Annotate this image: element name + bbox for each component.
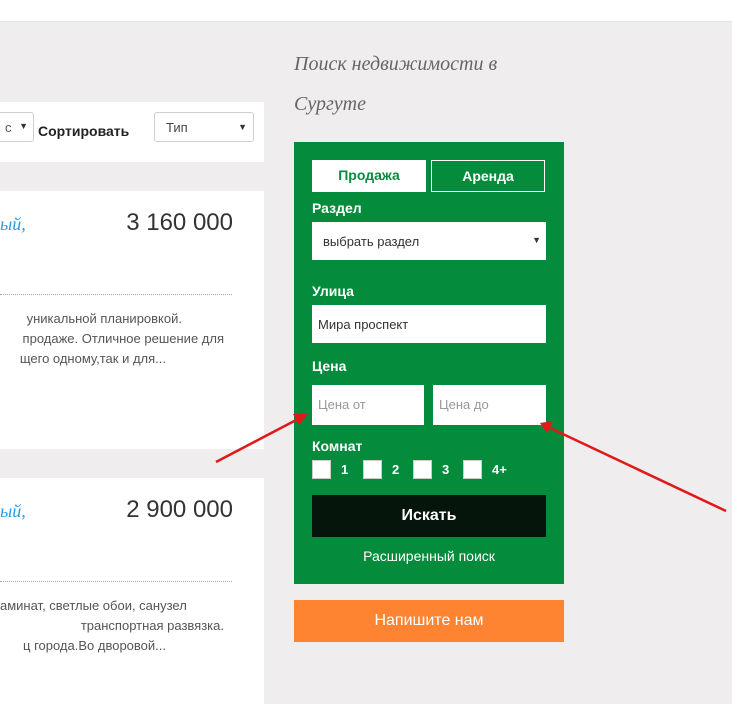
- sort-label: Сортировать: [38, 123, 130, 139]
- chevron-down-icon: ▼: [238, 122, 247, 132]
- sidebar-title-line: Сургуте: [294, 93, 366, 115]
- street-input[interactable]: Мира проспект: [312, 305, 546, 343]
- street-input-value: Мира проспект: [318, 317, 409, 332]
- top-bar: [0, 0, 732, 22]
- listing-card: ый, 3 160 000 уникальной планировкой. пр…: [0, 191, 264, 449]
- room-option-label: 2: [392, 462, 400, 477]
- tab-sale[interactable]: Продажа: [312, 160, 426, 192]
- type-select[interactable]: Тип ▼: [154, 112, 254, 142]
- room-checkbox[interactable]: [312, 460, 331, 479]
- price-from-placeholder: Цена от: [318, 397, 366, 412]
- listing-description-line: уникальной планировкой.: [26, 311, 182, 326]
- sidebar-title: Поиск недвижимости в Сургуте: [294, 44, 554, 124]
- advanced-search-link[interactable]: Расширенный поиск: [294, 548, 564, 564]
- listing-price: 3 160 000: [126, 209, 233, 236]
- section-label: Раздел: [312, 200, 362, 216]
- price-label: Цена: [312, 358, 347, 374]
- chevron-down-icon: ▼: [19, 121, 28, 131]
- listing-description: аминат, светлые обои, санузел транспортн…: [0, 596, 232, 656]
- rooms-group: 1 2 3 4+: [312, 460, 532, 480]
- annotation-arrow-icon: [540, 421, 727, 513]
- listing-price: 2 900 000: [126, 496, 233, 523]
- listing-description-line: аминат, светлые обои, санузел: [0, 598, 187, 613]
- street-label: Улица: [312, 283, 354, 299]
- section-select[interactable]: выбрать раздел ▼: [312, 222, 546, 260]
- room-checkbox[interactable]: [413, 460, 432, 479]
- type-select-value: Тип: [166, 120, 188, 135]
- listing-title-link[interactable]: ый,: [0, 214, 26, 235]
- listing-description-line: транспортная развязка.: [80, 618, 224, 633]
- price-from-input[interactable]: Цена от: [312, 385, 424, 425]
- contact-us-button[interactable]: Напишите нам: [294, 600, 564, 642]
- price-to-placeholder: Цена до: [439, 397, 489, 412]
- listing-description-line: продаже. Отличное решение для: [22, 331, 224, 346]
- section-select-value: выбрать раздел: [323, 234, 420, 249]
- listing-divider: [0, 294, 232, 295]
- sidebar-title-line: Поиск недвижимости в: [294, 53, 498, 75]
- room-option-label: 1: [341, 462, 349, 477]
- listing-card: ый, 2 900 000 аминат, светлые обои, сану…: [0, 478, 264, 704]
- chevron-down-icon: ▼: [532, 235, 541, 245]
- rooms-label: Комнат: [312, 438, 363, 454]
- search-button[interactable]: Искать: [312, 495, 546, 537]
- price-to-input[interactable]: Цена до: [433, 385, 546, 425]
- listing-divider: [0, 581, 232, 582]
- room-option-label: 3: [442, 462, 450, 477]
- tab-rent[interactable]: Аренда: [431, 160, 545, 192]
- sort-order-value: с: [5, 120, 12, 135]
- room-option-label: 4+: [492, 462, 507, 477]
- sort-bar: с ▼ Сортировать Тип ▼: [0, 102, 264, 162]
- listing-description-line: ц города.Во дворовой...: [23, 638, 166, 653]
- sort-order-select[interactable]: с ▼: [0, 112, 34, 142]
- listing-description: уникальной планировкой. продаже. Отлично…: [0, 309, 232, 369]
- room-checkbox[interactable]: [463, 460, 482, 479]
- listing-title-link[interactable]: ый,: [0, 501, 26, 522]
- room-checkbox[interactable]: [363, 460, 382, 479]
- listing-description-line: щего одному,так и для...: [19, 351, 166, 366]
- search-panel: Продажа Аренда Раздел выбрать раздел ▼ У…: [294, 142, 564, 584]
